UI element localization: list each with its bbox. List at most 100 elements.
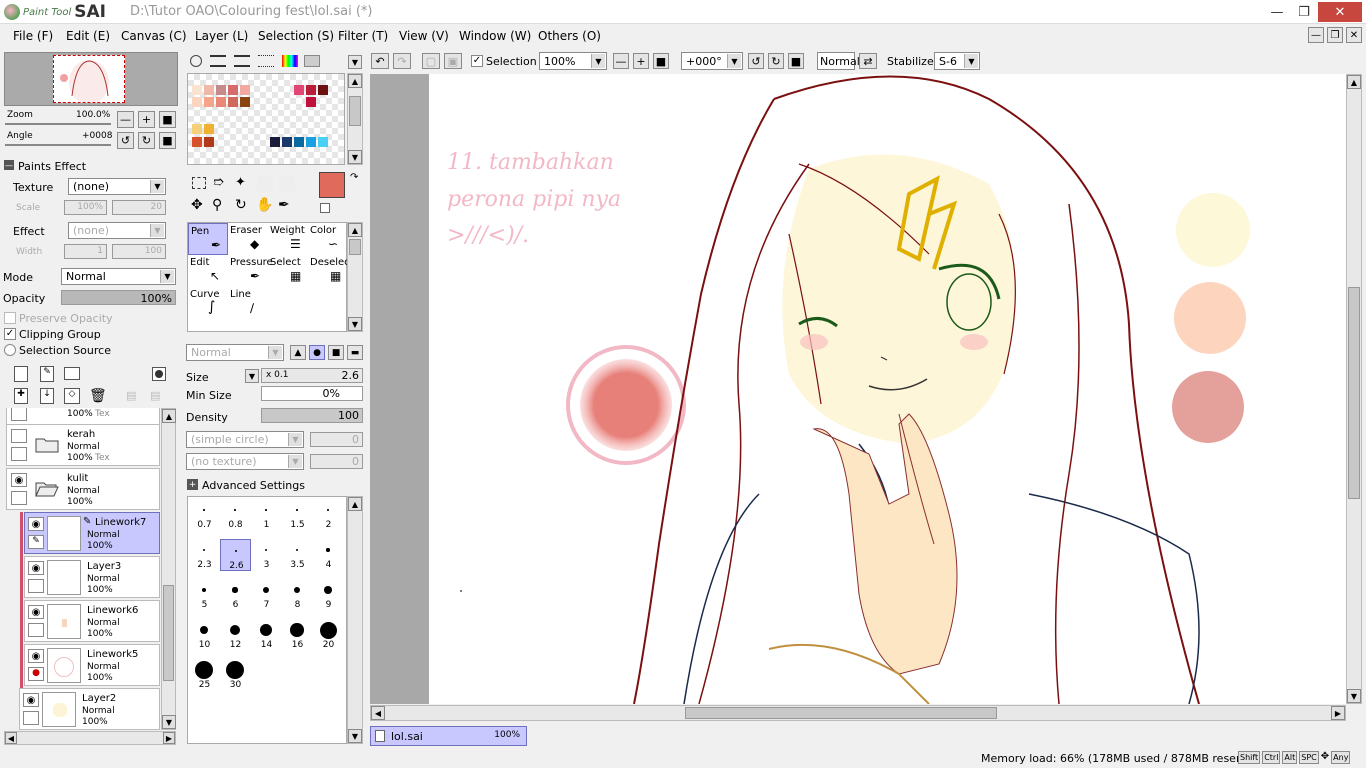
effect-select[interactable]: (none) ▼ xyxy=(68,222,166,239)
tool-color[interactable]: Color ∽ xyxy=(308,223,348,255)
clipping-group-checkbox[interactable]: ✓ xyxy=(4,328,16,340)
scroll-up-icon[interactable]: ▲ xyxy=(348,74,362,88)
rotate-right-button[interactable]: ↻ xyxy=(138,132,155,149)
layer-list[interactable]: 100% Tex kerah Normal 100% Tex ◉ kulit N… xyxy=(4,408,160,730)
menu-canvas[interactable]: Canvas (C) xyxy=(121,29,187,43)
merge-down-icon[interactable]: ◇ xyxy=(64,388,80,404)
layer-list-scrollbar[interactable]: ▲ ▼ xyxy=(161,408,176,730)
toolbar-zoom-in-button[interactable]: + xyxy=(633,53,649,69)
eye-icon[interactable]: ◉ xyxy=(28,649,44,663)
brush-size-scrollbar[interactable]: ▲ ▼ xyxy=(347,496,363,744)
rotate-icon[interactable]: ↻ xyxy=(235,197,247,213)
maximize-button[interactable]: ❐ xyxy=(1291,2,1317,22)
brush-size-7[interactable]: 7 xyxy=(251,579,282,611)
layer-mode-select[interactable]: Normal ▼ xyxy=(61,268,176,285)
scale-num[interactable]: 20 xyxy=(112,200,166,215)
scroll-down-icon[interactable]: ▼ xyxy=(1347,689,1361,703)
gradation-icon[interactable] xyxy=(258,55,274,67)
visibility-toggle[interactable] xyxy=(11,429,27,443)
texture-select[interactable]: (none) ▼ xyxy=(68,178,166,195)
scroll-right-icon[interactable]: ▶ xyxy=(163,732,175,744)
scroll-right-icon[interactable]: ▶ xyxy=(1331,706,1345,720)
navigator-preview[interactable] xyxy=(4,52,178,106)
drawing-canvas[interactable]: 11. tambahkan perona pipi nya >///<)/. xyxy=(429,74,1346,704)
brush-size-1[interactable]: 1 xyxy=(251,499,282,531)
scale-bar[interactable]: 100% xyxy=(64,200,107,215)
tool-line[interactable]: Line ∕ xyxy=(228,287,268,319)
layer-scroll-thumb[interactable] xyxy=(163,585,174,681)
new-folder-icon[interactable] xyxy=(64,367,80,380)
angle-select[interactable]: +000° ▼ xyxy=(681,52,743,70)
lock-toggle[interactable] xyxy=(23,711,39,725)
tool-curve[interactable]: Curve ∫ xyxy=(188,287,228,319)
minimize-button[interactable]: — xyxy=(1264,2,1290,22)
rotate-left-button[interactable]: ↺ xyxy=(117,132,134,149)
layer-item-linework5[interactable]: ◉ ● Linework5 Normal 100% xyxy=(24,644,160,686)
scroll-left-icon[interactable]: ◀ xyxy=(5,732,17,744)
hand-icon[interactable]: ✋ xyxy=(256,197,273,213)
brush-size-14[interactable]: 14 xyxy=(251,619,282,651)
brush-size-3.5[interactable]: 3.5 xyxy=(282,539,313,571)
menu-window[interactable]: Window (W) xyxy=(459,29,531,43)
expand-icon[interactable]: + xyxy=(187,479,198,490)
lock-toggle[interactable] xyxy=(28,623,44,637)
layer-item-kulit[interactable]: ◉ kulit Normal 100% xyxy=(6,468,160,510)
lasso-icon[interactable]: ➱ xyxy=(213,175,224,190)
layer-item-linework7[interactable]: ◉ ✎ ✎ Linework7 Normal 100% xyxy=(24,512,160,554)
eye-icon[interactable]: ◉ xyxy=(11,473,27,487)
scroll-down-icon[interactable]: ▼ xyxy=(162,715,176,729)
color-panel-menu-icon[interactable]: ▼ xyxy=(348,55,362,69)
layer-item-layer2[interactable]: ◉ Layer2 Normal 100% xyxy=(19,688,160,730)
tool-edit[interactable]: Edit ↖ xyxy=(188,255,228,287)
brush-size-1.5[interactable]: 1.5 xyxy=(282,499,313,531)
brush-size-10[interactable]: 10 xyxy=(189,619,220,651)
min-size-bar[interactable]: 0% xyxy=(261,386,363,401)
brush-size-5[interactable]: 5 xyxy=(189,579,220,611)
new-layer-icon[interactable] xyxy=(14,366,28,382)
scroll-down-icon[interactable]: ▼ xyxy=(348,317,362,331)
move-icon[interactable]: ✥ xyxy=(191,197,203,213)
eye-icon[interactable]: ◉ xyxy=(28,517,44,531)
brush-size-0.8[interactable]: 0.8 xyxy=(220,499,251,531)
color-wheel-icon[interactable] xyxy=(190,55,202,67)
lock-toggle[interactable] xyxy=(28,579,44,593)
brush-size-9[interactable]: 9 xyxy=(313,579,344,611)
brush-texture-num[interactable]: 0 xyxy=(310,454,363,469)
density-bar[interactable]: 100 xyxy=(261,408,363,423)
brush-shape-num[interactable]: 0 xyxy=(310,432,363,447)
collapse-icon[interactable]: — xyxy=(4,160,14,170)
primary-color-swatch[interactable] xyxy=(319,172,345,198)
rgb-slider-icon[interactable] xyxy=(210,55,226,67)
toolbar-rotate-reset-button[interactable]: ■ xyxy=(788,53,804,69)
canvas-vscrollbar[interactable]: ▲ ▼ xyxy=(1346,74,1362,704)
tool-scroll-thumb[interactable] xyxy=(349,239,361,255)
navigator-viewport[interactable] xyxy=(53,55,125,104)
swatch-scrollbar[interactable]: ▲ ▼ xyxy=(347,73,363,165)
preserve-opacity-checkbox[interactable] xyxy=(4,312,16,324)
tool-pen[interactable]: Pen ✒ xyxy=(188,223,228,255)
eye-icon[interactable]: ◉ xyxy=(28,561,44,575)
lock-toggle[interactable]: ● xyxy=(28,667,44,681)
scroll-up-icon[interactable]: ▲ xyxy=(348,223,362,237)
brush-mode-select[interactable]: Normal ▼ xyxy=(186,344,284,361)
trash-icon[interactable]: 🗑 xyxy=(89,388,107,404)
toolbar-rotate-right-button[interactable]: ↻ xyxy=(768,53,784,69)
layer-item-kerah[interactable]: kerah Normal 100% Tex xyxy=(6,424,160,466)
zoom-in-button[interactable]: + xyxy=(138,111,155,128)
brush-texture-select[interactable]: (no texture) ▼ xyxy=(186,453,304,470)
zoom-select[interactable]: 100% ▼ xyxy=(539,52,607,70)
visibility-toggle[interactable] xyxy=(11,408,27,421)
edge-hard-icon[interactable]: ■ xyxy=(328,345,344,360)
scroll-up-icon[interactable]: ▲ xyxy=(348,497,362,511)
scroll-down-icon[interactable]: ▼ xyxy=(348,150,362,164)
tool-pressure[interactable]: Pressure ✒ xyxy=(228,255,273,287)
menu-layer[interactable]: Layer (L) xyxy=(195,29,248,43)
undo-icon[interactable]: ↶ xyxy=(371,53,389,69)
layer-item-layer3[interactable]: ◉ Layer3 Normal 100% xyxy=(24,556,160,598)
flip-horizontal-icon[interactable]: ⇄ xyxy=(859,53,877,69)
menu-others[interactable]: Others (O) xyxy=(538,29,601,43)
brush-size-2.3[interactable]: 2.3 xyxy=(189,539,220,571)
edge-soft-icon[interactable]: ▲ xyxy=(290,345,306,360)
selection-checkbox[interactable]: ✓ xyxy=(471,55,483,67)
size-mult-dropdown-icon[interactable]: ▼ xyxy=(245,369,259,383)
